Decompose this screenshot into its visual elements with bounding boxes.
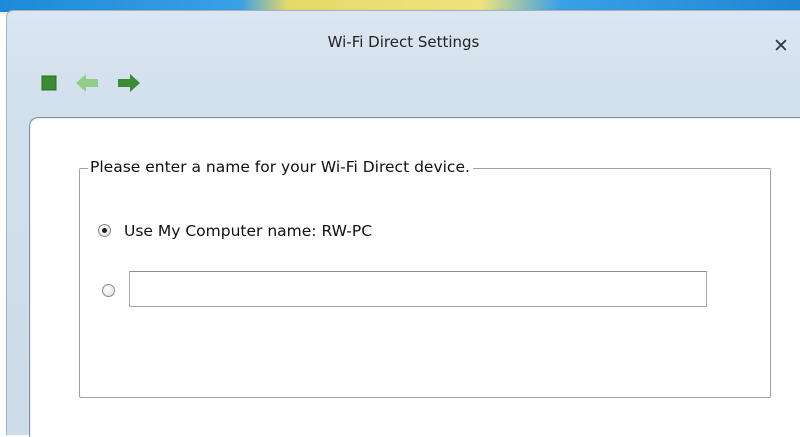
use-computer-name-label[interactable]: Use My Computer name: RW-PC — [124, 222, 372, 240]
use-computer-name-radio[interactable] — [98, 224, 111, 237]
device-name-groupbox: Please enter a name for your Wi-Fi Direc… — [79, 158, 771, 398]
custom-name-input[interactable] — [129, 271, 707, 307]
content-panel: Please enter a name for your Wi-Fi Direc… — [29, 117, 800, 437]
window-title: Wi-Fi Direct Settings — [327, 33, 480, 51]
forward-arrow-icon — [118, 74, 140, 92]
stop-icon — [41, 75, 57, 91]
toolbar — [41, 71, 141, 95]
close-icon: ✕ — [773, 35, 789, 57]
forward-button[interactable] — [117, 73, 141, 93]
close-button[interactable]: ✕ — [770, 35, 792, 57]
wifi-direct-settings-dialog: Wi-Fi Direct Settings ✕ Please enter a n… — [6, 10, 800, 437]
back-button[interactable] — [75, 73, 99, 93]
group-label: Please enter a name for your Wi-Fi Direc… — [88, 158, 473, 176]
stop-button[interactable] — [41, 75, 57, 91]
back-arrow-icon — [76, 74, 98, 92]
custom-name-radio[interactable] — [102, 284, 115, 297]
